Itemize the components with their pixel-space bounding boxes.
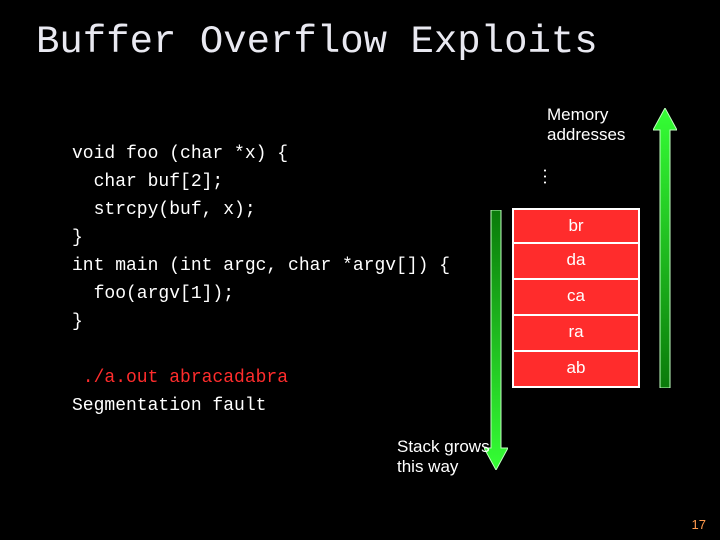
- stack-grows-label: Stack grows this way: [397, 437, 490, 477]
- slide: Buffer Overflow Exploits void foo (char …: [0, 0, 720, 540]
- stack-cell: ab: [512, 352, 640, 388]
- code-line: void foo (char *x) {: [72, 144, 288, 164]
- slide-title: Buffer Overflow Exploits: [36, 20, 598, 64]
- command-line: ./a.out abracadabra: [72, 368, 288, 388]
- mem-label-line1: Memory: [547, 105, 608, 124]
- grows-line2: this way: [397, 457, 458, 476]
- code-line: foo(argv[1]);: [72, 284, 234, 304]
- code-line: char buf[2];: [72, 172, 223, 192]
- arrow-up-icon: [653, 108, 677, 388]
- mem-label-line2: addresses: [547, 125, 625, 144]
- arrow-down-icon: [484, 210, 508, 470]
- stack-cell: ca: [512, 280, 640, 316]
- page-number: 17: [692, 517, 706, 532]
- stack-cell: br: [512, 208, 640, 244]
- stack-cell: da: [512, 244, 640, 280]
- grows-line1: Stack grows: [397, 437, 490, 456]
- stack-diagram: br da ca ra ab: [512, 208, 640, 388]
- code-line: }: [72, 228, 83, 248]
- code-line: strcpy(buf, x);: [72, 200, 256, 220]
- code-line: }: [72, 312, 83, 332]
- code-listing: void foo (char *x) { char buf[2]; strcpy…: [72, 140, 450, 420]
- stack-cell: ra: [512, 316, 640, 352]
- ellipsis: ...: [539, 168, 560, 186]
- output-line: Segmentation fault: [72, 396, 266, 416]
- code-line: int main (int argc, char *argv[]) {: [72, 256, 450, 276]
- memory-addresses-label: Memory addresses: [547, 105, 625, 145]
